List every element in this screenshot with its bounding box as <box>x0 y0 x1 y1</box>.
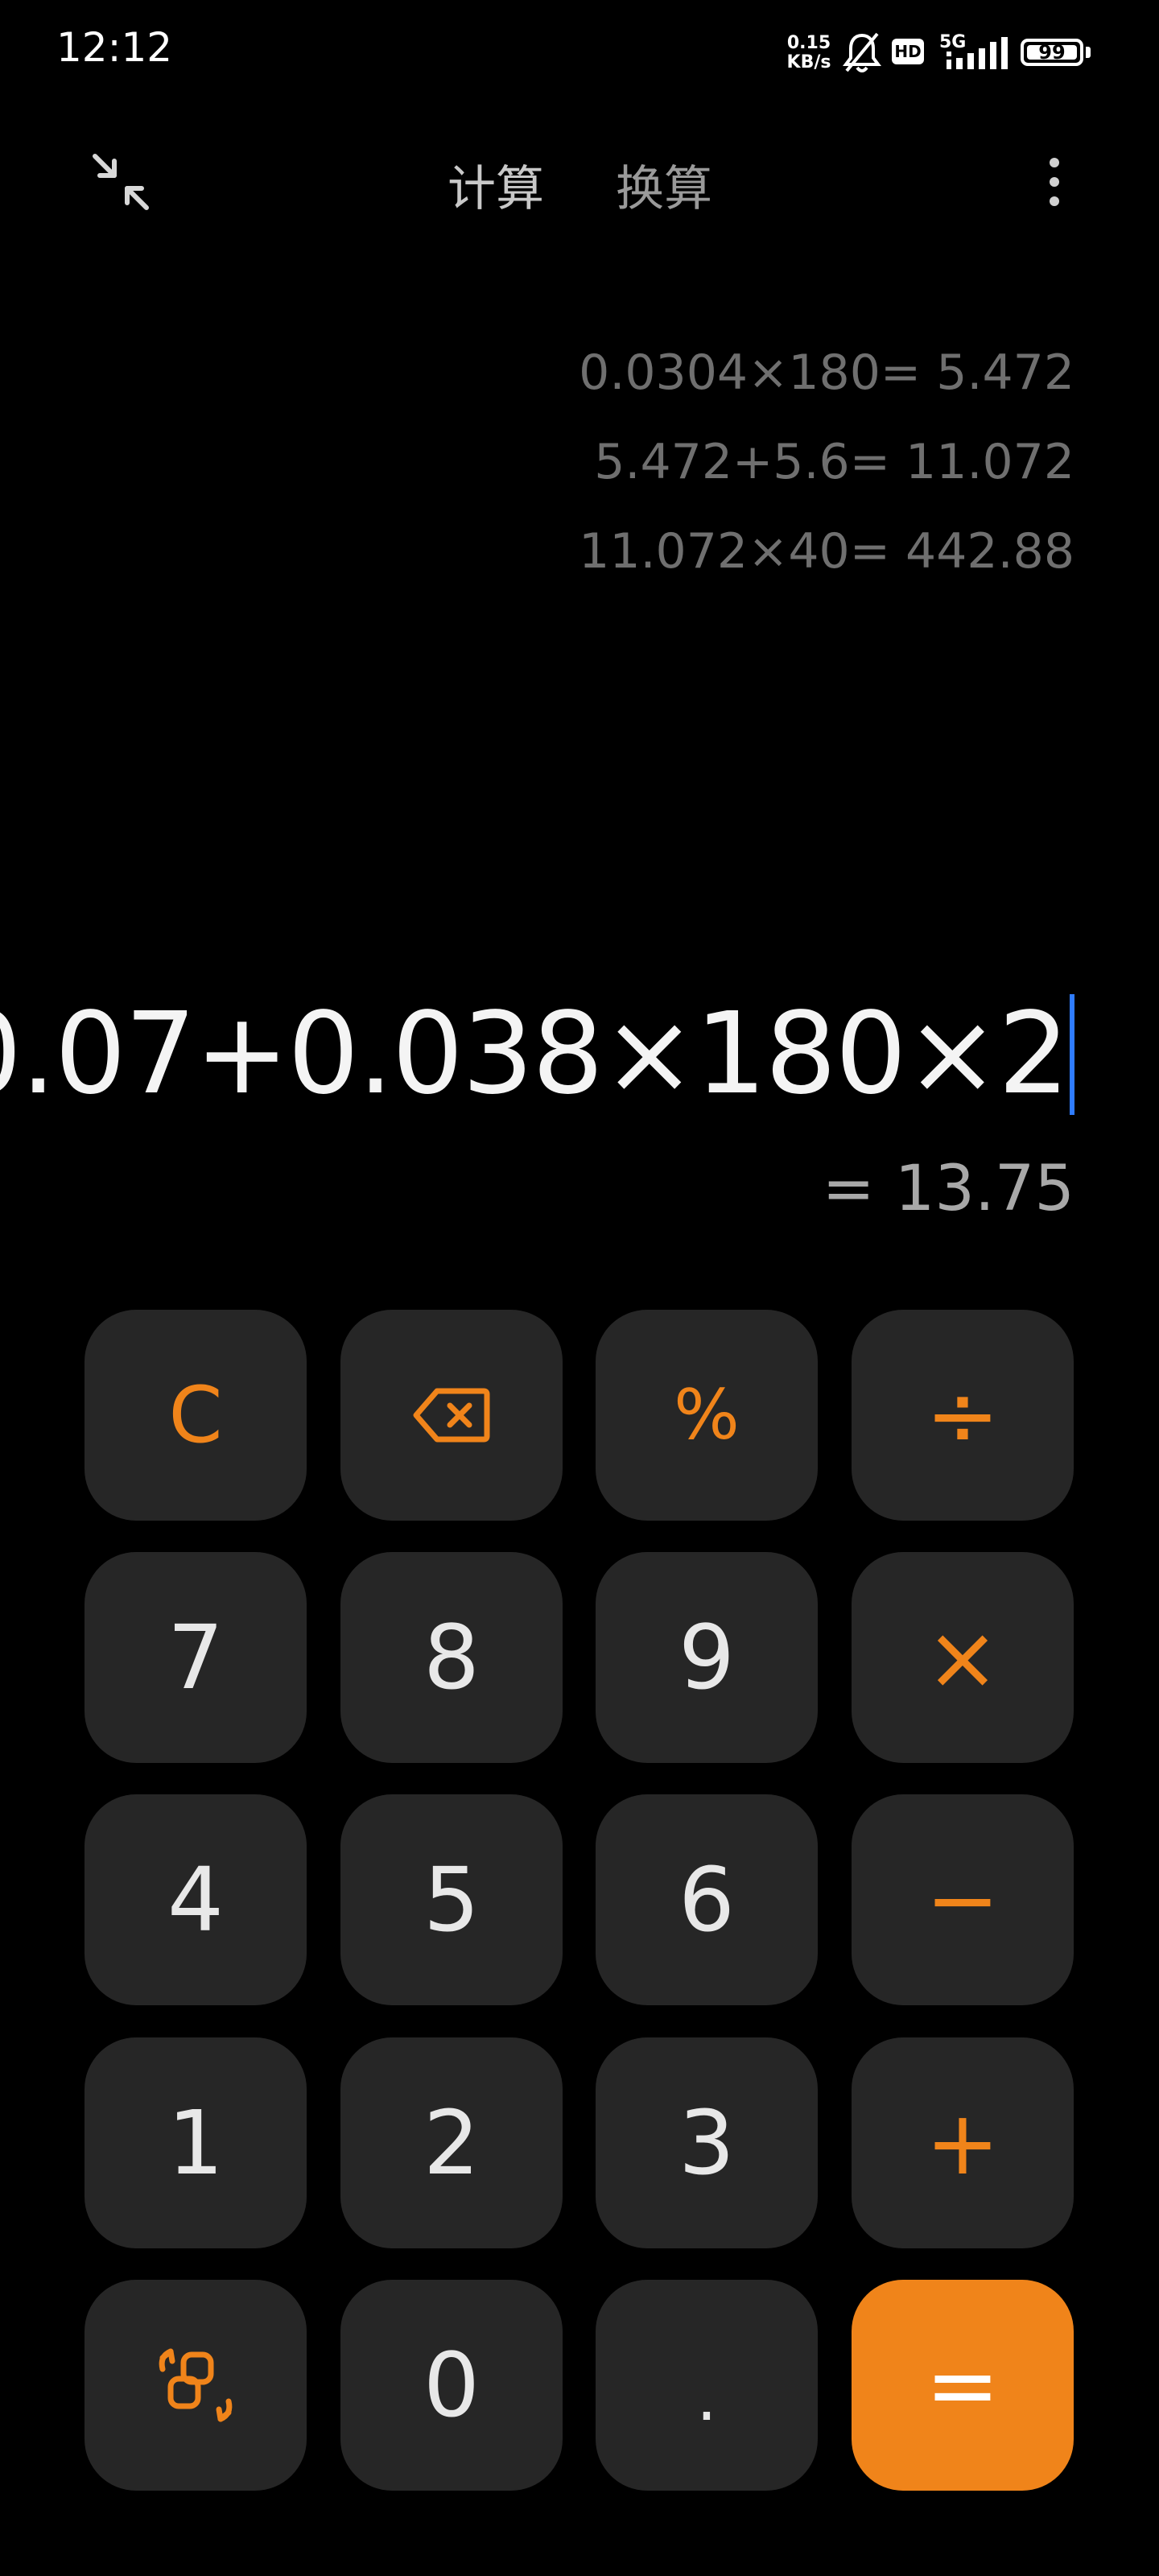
expression-text[interactable]: 0.07+0.038×180×2 <box>0 990 1070 1119</box>
network-speed: 0.15 KB/s <box>785 34 833 72</box>
history-item[interactable]: 11.072×40= 442.88 <box>579 521 1074 610</box>
digit-3-button[interactable]: 3 <box>596 2037 818 2248</box>
tab-calculate[interactable]: 计算 <box>448 150 544 220</box>
history-item[interactable]: 5.472+5.6= 11.072 <box>579 431 1074 521</box>
plus-button[interactable]: + <box>852 2037 1074 2248</box>
minus-label: − <box>925 1848 1000 1951</box>
clear-label: C <box>168 1370 223 1460</box>
clear-button[interactable]: C <box>85 1310 307 1521</box>
digit-6-button[interactable]: 6 <box>596 1794 818 2005</box>
digit-label: 6 <box>678 1848 735 1951</box>
battery-level: 99 <box>1038 41 1066 64</box>
status-time: 12:12 <box>56 24 173 71</box>
digit-label: 1 <box>167 2091 224 2194</box>
digit-label: 3 <box>678 2091 735 2194</box>
collapse-button[interactable] <box>89 150 153 214</box>
battery-tip <box>1086 47 1091 58</box>
equals-button[interactable]: = <box>852 2280 1074 2491</box>
equals-label: = <box>925 2334 1000 2437</box>
digit-0-button[interactable]: 0 <box>340 2280 563 2491</box>
digit-label: 2 <box>423 2091 480 2194</box>
digit-label: 8 <box>423 1606 480 1709</box>
digit-label: 0 <box>423 2334 480 2437</box>
digit-label: 9 <box>678 1606 735 1709</box>
expression-display[interactable]: 0.07+0.038×180×2 <box>0 990 1074 1119</box>
digit-4-button[interactable]: 4 <box>85 1794 307 2005</box>
multiply-button[interactable]: × <box>852 1552 1074 1763</box>
plus-label: + <box>925 2091 1000 2194</box>
digit-7-button[interactable]: 7 <box>85 1552 307 1763</box>
backspace-icon <box>413 1386 490 1444</box>
history-item[interactable]: 0.0304×180= 5.472 <box>579 342 1074 431</box>
network-speed-unit: KB/s <box>786 52 831 72</box>
percent-button[interactable]: % <box>596 1310 818 1521</box>
network-speed-value: 0.15 <box>786 33 831 53</box>
digit-1-button[interactable]: 1 <box>85 2037 307 2248</box>
digit-9-button[interactable]: 9 <box>596 1552 818 1763</box>
digit-5-button[interactable]: 5 <box>340 1794 563 2005</box>
minus-button[interactable]: − <box>852 1794 1074 2005</box>
multiply-label: × <box>925 1606 1000 1709</box>
signal-icon <box>943 35 1011 71</box>
divide-label: ÷ <box>925 1364 1000 1467</box>
battery-icon: 99 <box>1021 39 1083 66</box>
tab-convert[interactable]: 换算 <box>616 150 712 220</box>
digit-label: 5 <box>423 1848 480 1951</box>
result-preview: = 13.75 <box>822 1153 1074 1225</box>
status-bar: 12:12 0.15 KB/s HD 5G 99 <box>0 0 1159 105</box>
divide-button[interactable]: ÷ <box>852 1310 1074 1521</box>
switch-mode-button[interactable] <box>85 2280 307 2491</box>
bell-off-icon <box>842 31 882 76</box>
digit-label: 4 <box>167 1848 224 1951</box>
text-cursor <box>1070 994 1074 1115</box>
hd-badge: HD <box>892 39 924 64</box>
percent-label: % <box>674 1375 740 1455</box>
digit-label: 7 <box>167 1606 224 1709</box>
decimal-point-button[interactable]: . <box>596 2280 818 2491</box>
decimal-label: . <box>696 2359 717 2435</box>
switch-mode-icon <box>151 2345 240 2425</box>
digit-8-button[interactable]: 8 <box>340 1552 563 1763</box>
digit-2-button[interactable]: 2 <box>340 2037 563 2248</box>
history-list: 0.0304×180= 5.472 5.472+5.6= 11.072 11.0… <box>579 342 1074 610</box>
collapse-icon <box>89 150 153 214</box>
backspace-button[interactable] <box>340 1310 563 1521</box>
more-options-button[interactable] <box>1038 150 1070 214</box>
